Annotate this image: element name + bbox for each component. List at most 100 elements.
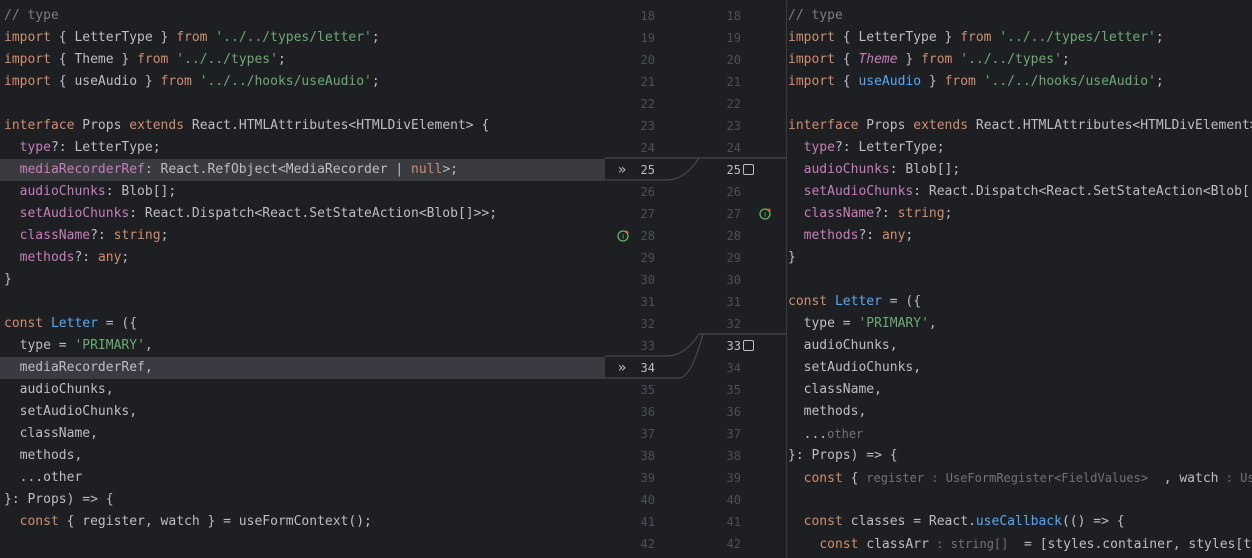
code-line[interactable] — [0, 93, 605, 115]
code-line[interactable]: import { LetterType } from '../../types/… — [786, 27, 1252, 49]
code-token: audioChunks, — [4, 382, 114, 397]
code-line[interactable]: className?: string; — [786, 203, 1252, 225]
code-line[interactable]: ...other — [0, 467, 605, 489]
code-token: Letter — [50, 316, 98, 331]
code-line[interactable]: className, — [786, 379, 1252, 401]
changed-code-line[interactable]: mediaRecorderRef: React.RefObject<MediaR… — [0, 159, 605, 181]
code-line[interactable]: audioChunks: Blob[]; — [786, 159, 1252, 181]
code-token: ; — [277, 52, 286, 67]
code-line[interactable]: methods?: any; — [0, 247, 605, 269]
code-line[interactable]: setAudioChunks, — [786, 357, 1252, 379]
code-line[interactable]: const { register : UseFormRegister<Field… — [786, 467, 1252, 489]
code-line[interactable]: className, — [0, 423, 605, 445]
code-token: type — [803, 140, 835, 155]
code-line[interactable]: methods?: any; — [786, 225, 1252, 247]
code-token: useAudio — [858, 74, 922, 89]
code-line[interactable]: import { LetterType } from '../../types/… — [0, 27, 605, 49]
code-token: extends — [129, 118, 185, 133]
code-line[interactable] — [0, 291, 605, 313]
svg-text:I: I — [622, 233, 624, 241]
code-line[interactable] — [786, 489, 1252, 511]
code-line[interactable]: const Letter = ({ — [786, 291, 1252, 313]
code-token: { — [834, 52, 859, 67]
code-token: className — [19, 228, 91, 243]
code-line[interactable]: audioChunks, — [0, 379, 605, 401]
right-editor-pane[interactable]: // type import { LetterType } from '../..… — [786, 0, 1252, 558]
code-line[interactable]: }: Props) => { — [786, 445, 1252, 467]
code-token: interface — [4, 118, 75, 133]
right-line-number: 29 — [726, 251, 741, 265]
include-change-checkbox-icon[interactable] — [743, 164, 754, 175]
code-token: , — [928, 316, 937, 331]
code-line[interactable]: type?: LetterType; — [786, 137, 1252, 159]
code-line[interactable]: }: Props) => { — [0, 489, 605, 511]
code-line[interactable]: setAudioChunks: React.Dispatch<React.Set… — [0, 203, 605, 225]
implements-icon[interactable]: I — [617, 229, 631, 243]
code-token: setAudioChunks, — [788, 360, 922, 375]
right-line-number: 26 — [726, 185, 741, 199]
code-line[interactable]: methods, — [0, 445, 605, 467]
code-line[interactable]: setAudioChunks: React.Dispatch<React.Set… — [786, 181, 1252, 203]
code-token: 'PRIMARY' — [74, 338, 145, 353]
code-token: } — [897, 52, 922, 67]
code-token: Props — [74, 118, 130, 133]
code-line[interactable]: } — [786, 247, 1252, 269]
code-line[interactable]: } — [0, 269, 605, 291]
code-line[interactable]: interface Props extends React.HTMLAttrib… — [0, 115, 605, 137]
code-line[interactable]: const classArr : string[] = [styles.cont… — [786, 533, 1252, 555]
code-line[interactable]: type?: LetterType; — [0, 137, 605, 159]
code-token: extends — [913, 118, 969, 133]
code-token: audioChunks — [19, 184, 106, 199]
code-line[interactable]: const classes = React.useCallback(() => … — [786, 511, 1252, 533]
code-token: import — [788, 30, 835, 45]
code-token: ; — [1155, 30, 1164, 45]
code-line[interactable]: type = 'PRIMARY', — [0, 335, 605, 357]
code-token: '../../hooks/useAudio' — [983, 74, 1156, 89]
implements-icon[interactable]: I — [759, 207, 773, 221]
code-line[interactable]: setAudioChunks, — [0, 401, 605, 423]
code-token: = [styles.container, styles[type — [1008, 537, 1252, 552]
code-token: setAudioChunks — [19, 206, 130, 221]
code-line[interactable] — [786, 269, 1252, 291]
code-token: '../../types' — [176, 52, 278, 67]
code-line[interactable]: import { useAudio } from '../../hooks/us… — [0, 71, 605, 93]
code-line[interactable]: type = 'PRIMARY', — [786, 313, 1252, 335]
code-line[interactable]: methods, — [786, 401, 1252, 423]
code-token: '../../types' — [960, 52, 1062, 67]
right-line-number: 25 — [726, 163, 741, 177]
left-line-number: 41 — [640, 515, 655, 529]
code-line[interactable]: className?: string; — [0, 225, 605, 247]
code-token: : string[] — [928, 537, 1009, 551]
code-line[interactable]: const Letter = ({ — [0, 313, 605, 335]
code-token: const — [788, 294, 828, 309]
code-token: className, — [4, 426, 98, 441]
code-line[interactable]: // type — [0, 5, 605, 27]
code-line[interactable]: const { register, watch } = useFormConte… — [0, 511, 605, 533]
code-token: register — [866, 471, 925, 485]
changed-code-line[interactable]: mediaRecorderRef, — [0, 357, 605, 379]
code-token: { LetterType } — [50, 30, 177, 45]
code-line[interactable]: interface Props extends React.HTMLAttrib… — [786, 115, 1252, 137]
code-line[interactable]: audioChunks, — [786, 335, 1252, 357]
code-line[interactable]: import { useAudio } from '../../hooks/us… — [786, 71, 1252, 93]
apply-change-arrow-icon[interactable]: » — [613, 159, 631, 181]
code-token: from — [176, 30, 208, 45]
apply-change-arrow-icon[interactable]: » — [613, 357, 631, 379]
code-line[interactable] — [786, 93, 1252, 115]
code-line[interactable]: // type — [786, 5, 1252, 27]
include-change-checkbox-icon[interactable] — [743, 340, 754, 351]
code-line[interactable]: import { Theme } from '../../types'; — [786, 49, 1252, 71]
code-token: } — [4, 272, 12, 287]
right-line-number: 33 — [726, 339, 741, 353]
code-line[interactable]: import { Theme } from '../../types'; — [0, 49, 605, 71]
left-editor-pane[interactable]: // type import { LetterType } from '../..… — [0, 0, 605, 558]
code-line[interactable]: audioChunks: Blob[]; — [0, 181, 605, 203]
code-token: : UseFormRegister<FieldValues> — [924, 471, 1149, 485]
code-token: interface — [788, 118, 859, 133]
code-line[interactable]: ...other — [786, 423, 1252, 445]
